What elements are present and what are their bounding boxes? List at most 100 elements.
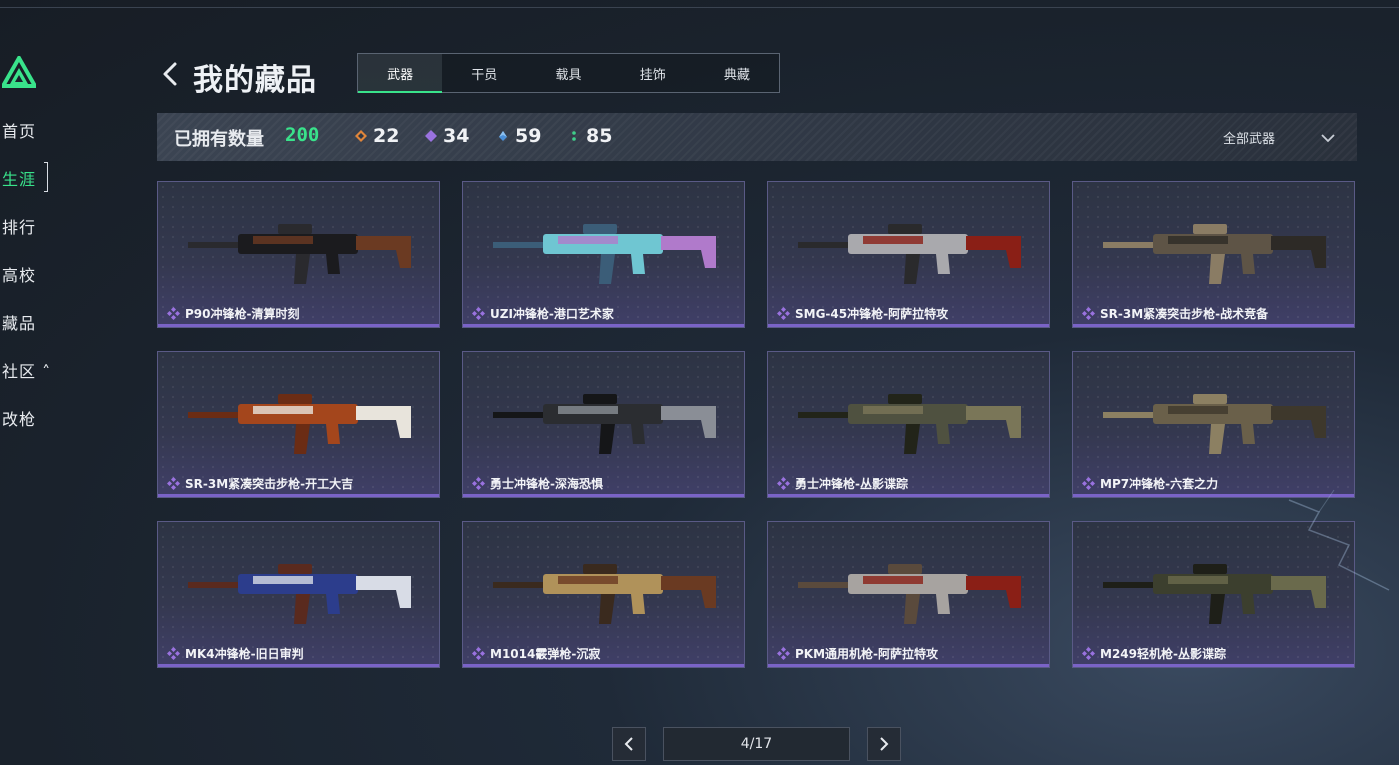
collection-grid: P90冲锋枪-清算时刻 UZI冲锋枪-港口艺术家 SMG-45冲锋枪-阿萨拉特攻 SR… xyxy=(157,181,1357,671)
purple-diamond-icon xyxy=(425,130,437,142)
item-name: MK4冲锋枪-旧日审判 xyxy=(185,647,304,661)
item-name-row: 勇士冲锋枪-丛影谍踪 xyxy=(777,475,908,492)
weapon-skin-image xyxy=(188,564,411,624)
item-name-row: MK4冲锋枪-旧日审判 xyxy=(167,645,304,662)
chevron-right-icon xyxy=(880,737,889,751)
weapon-skin-image xyxy=(1103,394,1326,454)
tab-vehicles[interactable]: 载具 xyxy=(526,54,610,92)
item-name-row: M1014霰弹枪-沉寂 xyxy=(472,645,600,662)
page-title: 我的藏品 xyxy=(193,63,317,98)
weapon-filter-dropdown[interactable]: 全部武器 xyxy=(1223,128,1335,147)
purple-rarity-icon xyxy=(167,647,180,660)
sidebar-item-university[interactable]: 高校 xyxy=(2,262,36,286)
page-indicator: 4/17 xyxy=(663,727,850,761)
item-name-row: MP7冲锋枪-六套之力 xyxy=(1082,475,1218,492)
weapon-skin-image xyxy=(798,564,1021,624)
collection-item-card[interactable]: SR-3M紧凑突击步枪-开工大吉 xyxy=(157,351,440,498)
item-name-row: PKM通用机枪-阿萨拉特攻 xyxy=(777,645,938,662)
collection-item-card[interactable]: MP7冲锋枪-六套之力 xyxy=(1072,351,1355,498)
category-tabs: 武器 干员 载具 挂饰 典藏 xyxy=(357,53,780,93)
item-name-row: SR-3M紧凑突击步枪-开工大吉 xyxy=(167,475,353,492)
collection-item-card[interactable]: MK4冲锋枪-旧日审判 xyxy=(157,521,440,668)
collection-item-card[interactable]: 勇士冲锋枪-丛影谍踪 xyxy=(767,351,1050,498)
weapon-skin-image xyxy=(188,224,411,284)
chevron-down-icon xyxy=(1321,133,1335,142)
rarity-count-value: 59 xyxy=(515,125,542,147)
weapon-skin-image xyxy=(1103,564,1326,624)
weapon-skin-image xyxy=(798,394,1021,454)
sidebar-item-career[interactable]: 生涯 xyxy=(2,166,36,190)
collection-item-card[interactable]: M249轻机枪-丛影谍踪 xyxy=(1072,521,1355,668)
chevron-left-icon xyxy=(624,737,633,751)
purple-rarity-icon xyxy=(167,307,180,320)
item-name-row: P90冲锋枪-清算时刻 xyxy=(167,305,299,322)
collection-item-card[interactable]: PKM通用机枪-阿萨拉特攻 xyxy=(767,521,1050,668)
collection-item-card[interactable]: P90冲锋枪-清算时刻 xyxy=(157,181,440,328)
active-nav-indicator xyxy=(44,162,48,192)
weapon-skin-image xyxy=(798,224,1021,284)
item-name: PKM通用机枪-阿萨拉特攻 xyxy=(795,647,939,661)
purple-rarity-icon xyxy=(472,307,485,320)
rarity-count-purple: 34 xyxy=(425,125,469,147)
weapon-skin-image xyxy=(1103,224,1326,284)
item-name-row: SR-3M紧凑突击步枪-战术竞备 xyxy=(1082,305,1268,322)
item-name-row: M249轻机枪-丛影谍踪 xyxy=(1082,645,1226,662)
purple-rarity-icon xyxy=(1082,307,1095,320)
owned-count-label: 已拥有数量 xyxy=(174,129,264,150)
sidebar-item-collection[interactable]: 藏品 xyxy=(2,310,36,334)
sidebar-item-ranking[interactable]: 排行 xyxy=(2,214,36,238)
rarity-count-green: 85 xyxy=(568,125,612,147)
sidebar-item-gunsmith[interactable]: 改枪 xyxy=(2,406,36,430)
rarity-count-value: 22 xyxy=(373,125,400,147)
item-name: SR-3M紧凑突击步枪-开工大吉 xyxy=(185,477,354,491)
owned-count-value: 200 xyxy=(285,124,320,146)
green-dots-icon xyxy=(572,131,576,141)
back-chevron-icon[interactable] xyxy=(160,60,182,88)
collection-item-card[interactable]: SR-3M紧凑突击步枪-战术竞备 xyxy=(1072,181,1355,328)
app-logo-icon[interactable] xyxy=(2,56,36,88)
purple-rarity-icon xyxy=(1082,477,1095,490)
purple-rarity-icon xyxy=(472,647,485,660)
purple-rarity-icon xyxy=(777,647,790,660)
item-name-row: 勇士冲锋枪-深海恐惧 xyxy=(472,475,603,492)
tab-charms[interactable]: 挂饰 xyxy=(611,54,695,92)
weapon-skin-image xyxy=(188,394,411,454)
purple-rarity-icon xyxy=(1082,647,1095,660)
item-name-row: UZI冲锋枪-港口艺术家 xyxy=(472,305,614,322)
tab-weapons[interactable]: 武器 xyxy=(358,54,443,93)
purple-rarity-icon xyxy=(472,477,485,490)
item-name: M1014霰弹枪-沉寂 xyxy=(490,647,601,661)
rarity-count-value: 85 xyxy=(586,125,613,147)
prev-page-button[interactable] xyxy=(612,727,646,761)
tab-operators[interactable]: 干员 xyxy=(442,54,526,92)
sidebar-item-home[interactable]: 首页 xyxy=(2,118,36,142)
item-name: MP7冲锋枪-六套之力 xyxy=(1100,477,1219,491)
purple-rarity-icon xyxy=(777,307,790,320)
item-name: M249轻机枪-丛影谍踪 xyxy=(1100,647,1226,661)
collection-stats-bar: 已拥有数量 200 22 34 59 85 全部武器 xyxy=(157,113,1357,161)
sidebar-item-community[interactable]: 社区 ˄ xyxy=(2,358,51,382)
filter-selected-label: 全部武器 xyxy=(1222,132,1275,147)
rarity-count-value: 34 xyxy=(443,125,470,147)
purple-rarity-icon xyxy=(777,477,790,490)
weapon-skin-image xyxy=(493,394,716,454)
item-name: P90冲锋枪-清算时刻 xyxy=(185,307,300,321)
item-name: SMG-45冲锋枪-阿萨拉特攻 xyxy=(795,307,949,321)
collection-item-card[interactable]: M1014霰弹枪-沉寂 xyxy=(462,521,745,668)
weapon-skin-image xyxy=(493,564,716,624)
item-name: 勇士冲锋枪-丛影谍踪 xyxy=(795,477,908,491)
item-name: 勇士冲锋枪-深海恐惧 xyxy=(490,477,603,491)
item-name-row: SMG-45冲锋枪-阿萨拉特攻 xyxy=(777,305,948,322)
collection-item-card[interactable]: 勇士冲锋枪-深海恐惧 xyxy=(462,351,745,498)
item-name: SR-3M紧凑突击步枪-战术竞备 xyxy=(1100,307,1269,321)
orange-diamond-icon xyxy=(355,130,367,142)
top-divider xyxy=(0,7,1399,8)
item-name: UZI冲锋枪-港口艺术家 xyxy=(490,307,614,321)
collection-item-card[interactable]: UZI冲锋枪-港口艺术家 xyxy=(462,181,745,328)
tab-collection[interactable]: 典藏 xyxy=(695,54,779,92)
rarity-count-orange: 22 xyxy=(355,125,399,147)
purple-rarity-icon xyxy=(167,477,180,490)
collection-item-card[interactable]: SMG-45冲锋枪-阿萨拉特攻 xyxy=(767,181,1050,328)
next-page-button[interactable] xyxy=(867,727,901,761)
weapon-skin-image xyxy=(493,224,716,284)
